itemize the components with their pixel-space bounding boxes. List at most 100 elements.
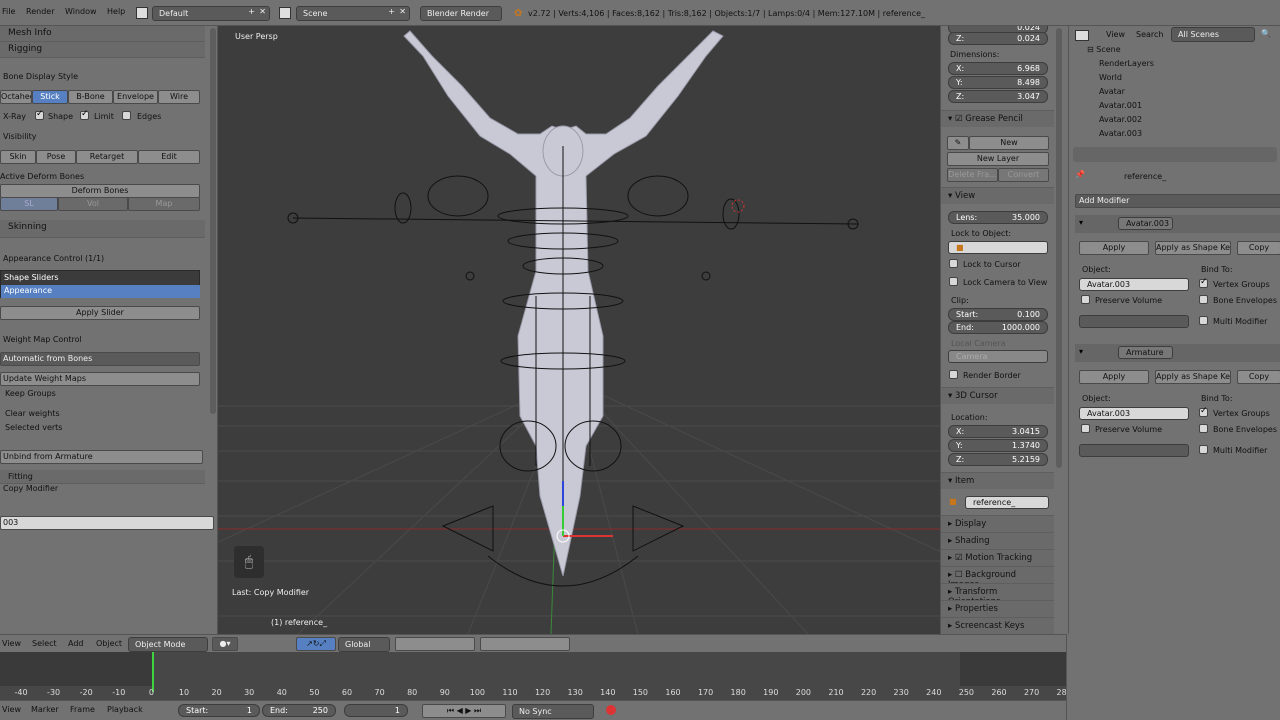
vol-button[interactable]: Vol [58, 197, 128, 211]
3d-cursor-header[interactable]: ▾ 3D Cursor [941, 387, 1054, 404]
playback-controls[interactable]: ⏮ ◀ ▶ ⏭ [422, 704, 506, 718]
outliner-row-world[interactable]: World [1069, 73, 1280, 87]
current-frame-indicator[interactable] [152, 652, 154, 692]
unbind-button[interactable]: Unbind from Armature [0, 450, 203, 464]
bone-envelopes-checkbox[interactable] [1199, 424, 1208, 433]
properties-section-header[interactable]: ▸ Properties [941, 600, 1054, 617]
skinning-header[interactable]: Skinning [0, 220, 205, 238]
pencil-icon[interactable]: ✎ [947, 136, 969, 150]
preserve-volume-checkbox[interactable] [1081, 295, 1090, 304]
view-header[interactable]: ▾ View [941, 187, 1054, 204]
chevron-down-icon[interactable]: ▾ [1079, 218, 1083, 227]
item-header[interactable]: ▾ Item [941, 472, 1054, 489]
add-icon[interactable]: + [248, 7, 255, 16]
outliner-editor-icon[interactable] [1075, 30, 1089, 41]
dim-z-field[interactable]: Z: 3.047 [948, 90, 1048, 103]
lens-field[interactable]: Lens: 35.000 [948, 211, 1048, 224]
cursor-z-field[interactable]: Z: 5.2159 [948, 453, 1048, 466]
modifier-name-field[interactable]: Armature [1118, 346, 1173, 359]
multi-modifier-label[interactable]: Multi Modifier [1213, 317, 1267, 326]
display-envelope-button[interactable]: Envelope [113, 90, 158, 104]
vertex-groups-checkbox[interactable] [1199, 406, 1208, 417]
camera-field[interactable]: Camera [948, 350, 1048, 363]
weight-mode-select[interactable]: Automatic from Bones [0, 352, 200, 366]
scene-selector[interactable]: Scene + ✕ [296, 6, 410, 21]
modifier-name-field[interactable]: Avatar.003 [1118, 217, 1173, 230]
last-operator[interactable]: Last: Copy Modifier [232, 588, 309, 597]
menu-frame[interactable]: Frame [70, 705, 95, 714]
outliner-search-menu[interactable]: Search [1136, 30, 1163, 39]
modifier-object-field[interactable]: Avatar.003 [1079, 278, 1189, 291]
outliner-row-renderlayers[interactable]: RenderLayers [1069, 59, 1280, 73]
outliner-row-avatar002[interactable]: Avatar.002 [1069, 115, 1280, 129]
vis-skin-button[interactable]: Skin [0, 150, 36, 164]
layout-selector[interactable]: Default + ✕ [152, 6, 270, 21]
apply-button[interactable]: Apply [1079, 370, 1149, 384]
menu-render[interactable]: Render [26, 7, 54, 16]
dim-x-field[interactable]: X: 6.968 [948, 62, 1048, 75]
convert-button[interactable]: Convert [998, 168, 1049, 182]
bone-envelopes-checkbox[interactable] [1199, 295, 1208, 304]
copy-button[interactable]: Copy [1237, 241, 1280, 255]
item-name-field[interactable]: reference_ [965, 496, 1049, 509]
close-icon[interactable]: ✕ [259, 7, 266, 16]
menu-select[interactable]: Select [32, 639, 57, 648]
modifier-object-field[interactable]: Avatar.003 [1079, 407, 1189, 420]
vertex-group-field[interactable] [1079, 444, 1189, 457]
close-scene-icon[interactable]: ✕ [399, 7, 406, 16]
deform-bones-toggle[interactable]: Deform Bones [0, 184, 200, 198]
background-images-header[interactable]: ▸ ☐ Background Images [941, 566, 1054, 590]
mode-select[interactable]: Object Mode [128, 637, 208, 652]
preserve-volume-label[interactable]: Preserve Volume [1095, 296, 1162, 305]
copy-button[interactable]: Copy [1237, 370, 1280, 384]
list-item[interactable]: Shape Sliders [1, 272, 200, 285]
add-scene-icon[interactable]: + [388, 7, 395, 16]
outliner-view-menu[interactable]: View [1106, 30, 1125, 39]
xray-label[interactable]: X-Ray [3, 112, 26, 121]
scrollbar[interactable] [210, 28, 216, 414]
chevron-down-icon[interactable]: ▾ [1079, 347, 1083, 356]
menu-help[interactable]: Help [107, 7, 125, 16]
menu-view[interactable]: View [2, 639, 21, 648]
motion-tracking-header[interactable]: ▸ ☑ Motion Tracking [941, 549, 1054, 566]
vis-edit-button[interactable]: Edit [138, 150, 200, 164]
display-wire-button[interactable]: Wire [158, 90, 200, 104]
rigging-header[interactable]: Rigging [0, 42, 205, 58]
new-gp-button[interactable]: New [969, 136, 1049, 150]
dim-y-field[interactable]: Y: 8.498 [948, 76, 1048, 89]
bone-envelopes-label[interactable]: Bone Envelopes [1213, 425, 1277, 434]
modifier-header[interactable]: ▾ Avatar.003 [1075, 215, 1280, 233]
selected-verts-label[interactable]: Selected verts [5, 423, 62, 432]
snap-tools[interactable] [480, 637, 570, 651]
lock-cursor-checkbox[interactable] [949, 259, 958, 268]
lock-camera-checkbox[interactable] [949, 277, 958, 286]
outliner-row-scene[interactable]: ⊟ Scene [1069, 45, 1280, 59]
display-octahedral-button[interactable]: Octahed... [0, 90, 32, 104]
outliner-row-avatar[interactable]: Avatar [1069, 87, 1280, 101]
timeline[interactable]: -40 -30 -20 -10 0 10 20 30 40 50 60 70 80 90 100 110 120… [0, 652, 1072, 700]
sl-button[interactable]: SL [0, 197, 58, 211]
multi-modifier-label[interactable]: Multi Modifier [1213, 446, 1267, 455]
scrollbar[interactable] [1056, 28, 1062, 468]
outliner-row-avatar001[interactable]: Avatar.001 [1069, 101, 1280, 115]
render-engine-select[interactable]: Blender Render [420, 6, 502, 21]
end-frame-field[interactable]: End: 250 [262, 704, 336, 717]
new-layer-button[interactable]: New Layer [947, 152, 1049, 166]
edges-checkbox[interactable] [122, 111, 131, 120]
scene-filter-select[interactable]: All Scenes [1171, 27, 1255, 42]
orientation-select[interactable]: Global [338, 637, 390, 652]
update-weight-maps-button[interactable]: Update Weight Maps [0, 372, 200, 386]
menu-object[interactable]: Object [96, 639, 122, 648]
fitting-header[interactable]: Fitting [0, 470, 205, 484]
apply-shape-key-button[interactable]: Apply as Shape Key [1155, 370, 1231, 384]
screencast-keys-header[interactable]: ▸ Screencast Keys [941, 617, 1054, 634]
outliner-row-avatar003[interactable]: Avatar.003 [1069, 129, 1280, 143]
display-header[interactable]: ▸ Display [941, 515, 1054, 532]
transform-orientations-header[interactable]: ▸ Transform Orientations [941, 583, 1054, 607]
menu-playback[interactable]: Playback [107, 705, 143, 714]
apply-slider-button[interactable]: Apply Slider [0, 306, 200, 320]
vertex-groups-label[interactable]: Vertex Groups [1213, 409, 1270, 418]
shading-header[interactable]: ▸ Shading [941, 532, 1054, 549]
multi-modifier-checkbox[interactable] [1199, 445, 1208, 454]
pin-icon[interactable]: 📌 [1075, 170, 1085, 179]
